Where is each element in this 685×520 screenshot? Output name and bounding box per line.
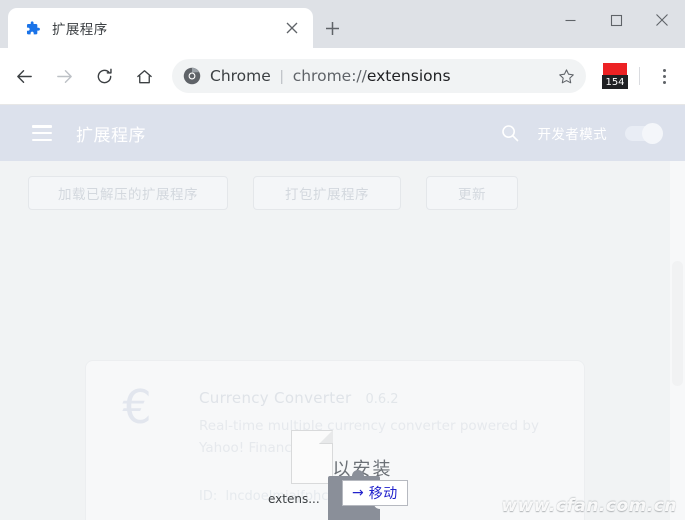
address-bar[interactable]: Chrome | chrome://extensions [172,59,586,93]
browser-tab-extensions[interactable]: 扩展程序 [8,8,313,48]
kebab-dot [662,80,666,84]
toolbar-divider [639,67,640,85]
drag-move-label: 移动 [368,485,398,501]
browser-menu-button[interactable] [649,61,679,91]
minimize-button[interactable] [547,0,593,40]
extension-title-row: Currency Converter 0.6.2 [199,389,399,407]
extensions-page: 扩展程序 开发者模式 加载已解压的扩展程序 打包扩展程序 更新 € Curren… [0,105,685,520]
star-icon [558,68,574,83]
close-window-button[interactable] [639,0,685,40]
extension-version: 0.6.2 [365,392,399,407]
omnibox-url-host: extensions [366,67,451,85]
reload-button[interactable] [88,60,120,92]
maximize-icon [610,14,622,26]
puzzle-piece-icon [26,20,40,34]
home-icon [136,69,152,83]
tab-title: 扩展程序 [52,22,108,37]
omnibox-separator: | [279,67,284,85]
home-button[interactable] [128,60,160,92]
omnibox-url-prefix: chrome:// [292,67,367,85]
hamburger-menu-icon[interactable] [32,125,52,141]
chrome-logo-icon [183,67,201,85]
page-scrollbar-track[interactable] [670,161,685,520]
extensions-action-bar: 加载已解压的扩展程序 打包扩展程序 更新 [0,168,685,218]
arrow-right-icon: → [352,485,364,501]
close-icon [656,14,668,26]
minimize-icon [565,19,575,21]
dev-mode-toggle[interactable] [625,122,663,144]
maximize-button[interactable] [593,0,639,40]
extension-id-label: ID: [199,489,218,504]
hamburger-bar [32,125,52,128]
forward-arrow-icon [56,69,72,83]
close-icon [286,22,298,34]
window-controls [547,0,685,40]
dev-mode-label: 开发者模式 [537,127,607,142]
reload-icon [97,68,112,83]
tab-strip: 扩展程序 [0,0,685,48]
hamburger-bar [32,138,52,141]
drag-ghost: extens... → 移动 [268,430,408,520]
kebab-dot [662,74,666,78]
omnibox-brand-label: Chrome [210,67,271,85]
extension-toolbar-badge[interactable]: 154 [600,60,630,92]
back-arrow-icon [16,69,32,83]
back-button[interactable] [8,60,40,92]
watermark: www.cfan.com.cn [501,496,677,516]
extension-icon: € [122,380,152,434]
tab-close-button[interactable] [281,17,303,39]
new-tab-button[interactable] [318,14,346,42]
omnibox-url: chrome://extensions [293,67,552,85]
hamburger-bar [32,131,52,135]
pack-extension-button[interactable]: 打包扩展程序 [253,176,401,210]
load-unpacked-button[interactable]: 加载已解压的扩展程序 [28,176,228,210]
page-title: 扩展程序 [76,125,146,145]
extension-name: Currency Converter [199,389,352,407]
search-icon [501,125,518,142]
browser-toolbar: Chrome | chrome://extensions 154 [0,48,685,105]
extensions-page-header: 扩展程序 开发者模式 [0,105,685,161]
forward-button[interactable] [48,60,80,92]
page-scrollbar-thumb[interactable] [672,261,683,386]
kebab-dot [662,68,666,72]
search-button[interactable] [498,121,522,145]
badge-count: 154 [602,75,628,89]
drag-move-tooltip: → 移动 [342,480,408,506]
update-button[interactable]: 更新 [426,176,518,210]
drag-file-label: extens... [268,492,320,506]
browser-window: 扩展程序 Chrome | chrome://extensions 154 扩展… [0,0,685,520]
plus-icon [325,21,339,35]
bookmark-star-button[interactable] [552,62,580,90]
